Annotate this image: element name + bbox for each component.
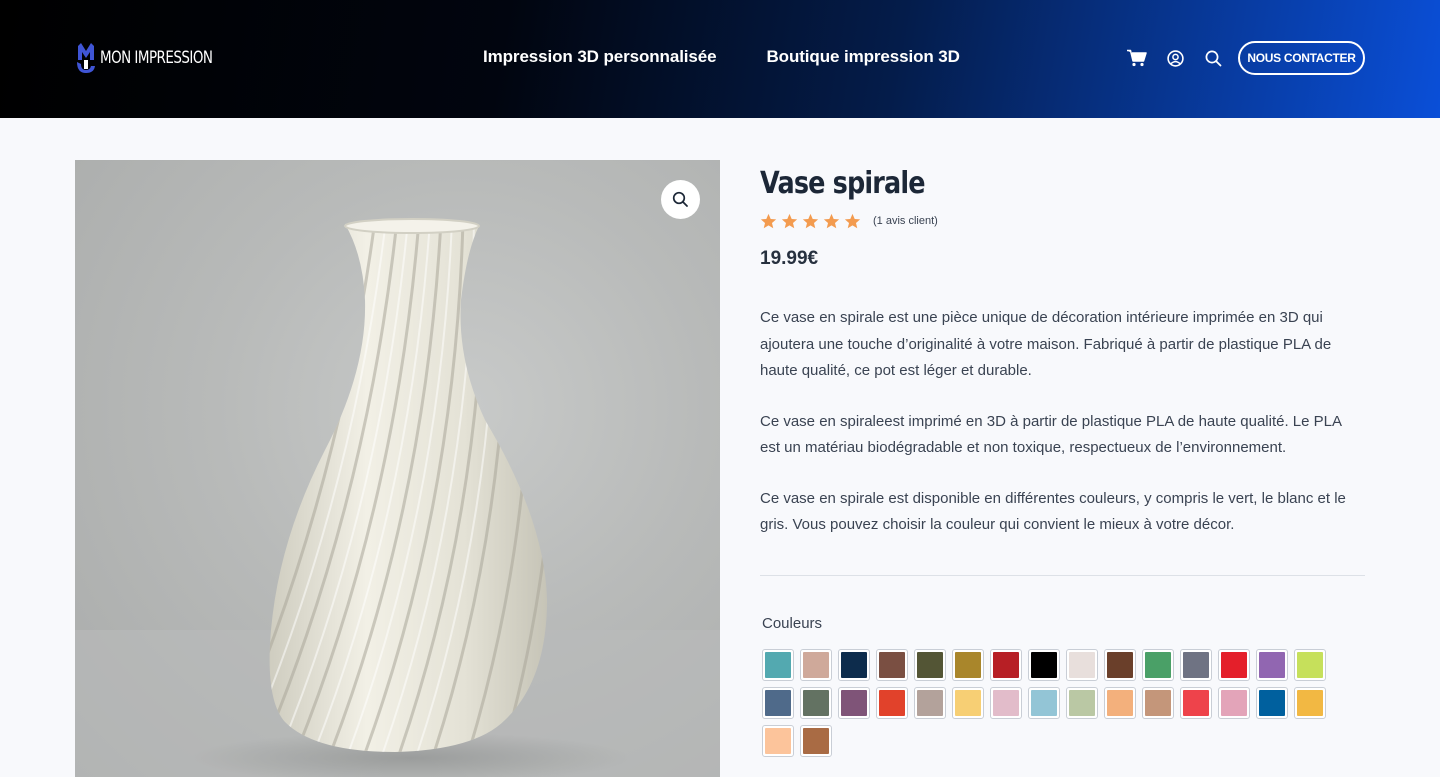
star-icon (844, 213, 861, 228)
color-swatch[interactable] (800, 687, 832, 719)
review-count-link[interactable]: (1 avis client) (873, 215, 938, 227)
color-swatch[interactable] (1256, 687, 1288, 719)
color-swatch-fill (1183, 652, 1209, 678)
nav-item-impression-personnalisee[interactable]: Impression 3D personnalisée (483, 47, 717, 67)
color-swatch[interactable] (1028, 649, 1060, 681)
color-swatch-fill (1297, 690, 1323, 716)
colors-label: Couleurs (762, 615, 823, 632)
product-summary: Vase spirale (1 avis client) 19.99€ Ce v… (760, 160, 1365, 563)
color-swatch[interactable] (914, 687, 946, 719)
star-icon (760, 213, 777, 228)
color-swatch[interactable] (762, 687, 794, 719)
product-title: Vase spirale (760, 166, 926, 201)
color-swatch-fill (803, 728, 829, 754)
color-swatch[interactable] (1142, 687, 1174, 719)
summary-divider (760, 575, 1365, 576)
header-icons (1127, 47, 1223, 69)
color-swatch-fill (1069, 652, 1095, 678)
color-swatch-fill (917, 652, 943, 678)
color-swatch-fill (803, 652, 829, 678)
contact-button[interactable]: NOUS CONTACTER (1238, 41, 1365, 75)
color-swatch[interactable] (1294, 649, 1326, 681)
star-icon (781, 213, 798, 228)
color-swatch[interactable] (1218, 649, 1250, 681)
color-swatch[interactable] (1180, 687, 1212, 719)
color-swatch[interactable] (762, 725, 794, 757)
nav-item-boutique[interactable]: Boutique impression 3D (767, 47, 960, 67)
color-swatch[interactable] (1104, 649, 1136, 681)
color-swatch[interactable] (990, 687, 1022, 719)
color-swatch[interactable] (1256, 649, 1288, 681)
color-swatch-fill (1145, 690, 1171, 716)
account-icon[interactable] (1165, 47, 1185, 69)
product-description: Ce vase en spirale est une pièce unique … (760, 305, 1365, 539)
color-swatch[interactable] (800, 725, 832, 757)
product-image[interactable] (75, 160, 720, 777)
color-swatch-fill (1183, 690, 1209, 716)
color-swatch[interactable] (876, 649, 908, 681)
star-icon (823, 213, 840, 228)
color-swatch-fill (1259, 690, 1285, 716)
color-swatch-fill (879, 690, 905, 716)
logo-mark-icon (77, 43, 95, 73)
vase-illustration (75, 218, 720, 777)
logo-text: MON IMPRESSION (100, 48, 213, 68)
color-swatch-fill (1221, 690, 1247, 716)
color-swatch[interactable] (914, 649, 946, 681)
color-swatch-fill (841, 652, 867, 678)
color-swatch[interactable] (1066, 687, 1098, 719)
cart-icon[interactable] (1127, 47, 1147, 69)
product-rating: (1 avis client) (760, 212, 1365, 230)
color-swatch-fill (1145, 652, 1171, 678)
site-header: MON IMPRESSION Impression 3D personnalis… (0, 0, 1440, 118)
color-swatch-fill (955, 652, 981, 678)
color-swatch-fill (765, 728, 791, 754)
color-swatch-fill (1031, 690, 1057, 716)
color-swatch[interactable] (762, 649, 794, 681)
color-swatch-fill (1297, 652, 1323, 678)
color-swatch-fill (803, 690, 829, 716)
color-swatch[interactable] (1104, 687, 1136, 719)
color-swatch-fill (841, 690, 867, 716)
color-swatch-fill (1107, 690, 1133, 716)
star-icon (802, 213, 819, 228)
color-swatch[interactable] (1218, 687, 1250, 719)
color-swatch[interactable] (838, 649, 870, 681)
color-swatch-fill (1031, 652, 1057, 678)
zoom-icon (672, 191, 688, 207)
description-paragraph: Ce vase en spiraleest imprimé en 3D à pa… (760, 412, 1342, 457)
color-swatch[interactable] (990, 649, 1022, 681)
search-icon[interactable] (1203, 47, 1223, 69)
color-swatch-fill (1069, 690, 1095, 716)
color-swatch-fill (1221, 652, 1247, 678)
zoom-button[interactable] (661, 180, 700, 219)
color-swatch-fill (955, 690, 981, 716)
color-swatch[interactable] (1142, 649, 1174, 681)
site-logo[interactable]: MON IMPRESSION (75, 42, 228, 74)
color-swatch-fill (993, 690, 1019, 716)
color-swatch-fill (765, 652, 791, 678)
color-swatch[interactable] (876, 687, 908, 719)
color-swatch[interactable] (1180, 649, 1212, 681)
color-swatch[interactable] (838, 687, 870, 719)
color-swatch[interactable] (952, 649, 984, 681)
product-price: 19.99€ (760, 248, 819, 269)
color-swatch[interactable] (1066, 649, 1098, 681)
description-paragraph: Ce vase en spirale est une pièce unique … (760, 309, 1332, 379)
color-swatch[interactable] (1028, 687, 1060, 719)
color-swatch-fill (1107, 652, 1133, 678)
description-paragraph: Ce vase en spirale est disponible en dif… (760, 489, 1346, 534)
color-swatch-fill (879, 652, 905, 678)
color-swatches (762, 649, 1342, 757)
color-swatch-fill (1259, 652, 1285, 678)
main-nav: Impression 3D personnalisée Boutique imp… (483, 47, 960, 67)
color-swatch-fill (993, 652, 1019, 678)
color-swatch[interactable] (952, 687, 984, 719)
color-swatch[interactable] (800, 649, 832, 681)
color-swatch[interactable] (1294, 687, 1326, 719)
color-swatch-fill (917, 690, 943, 716)
rating-stars (760, 213, 861, 230)
color-swatch-fill (765, 690, 791, 716)
